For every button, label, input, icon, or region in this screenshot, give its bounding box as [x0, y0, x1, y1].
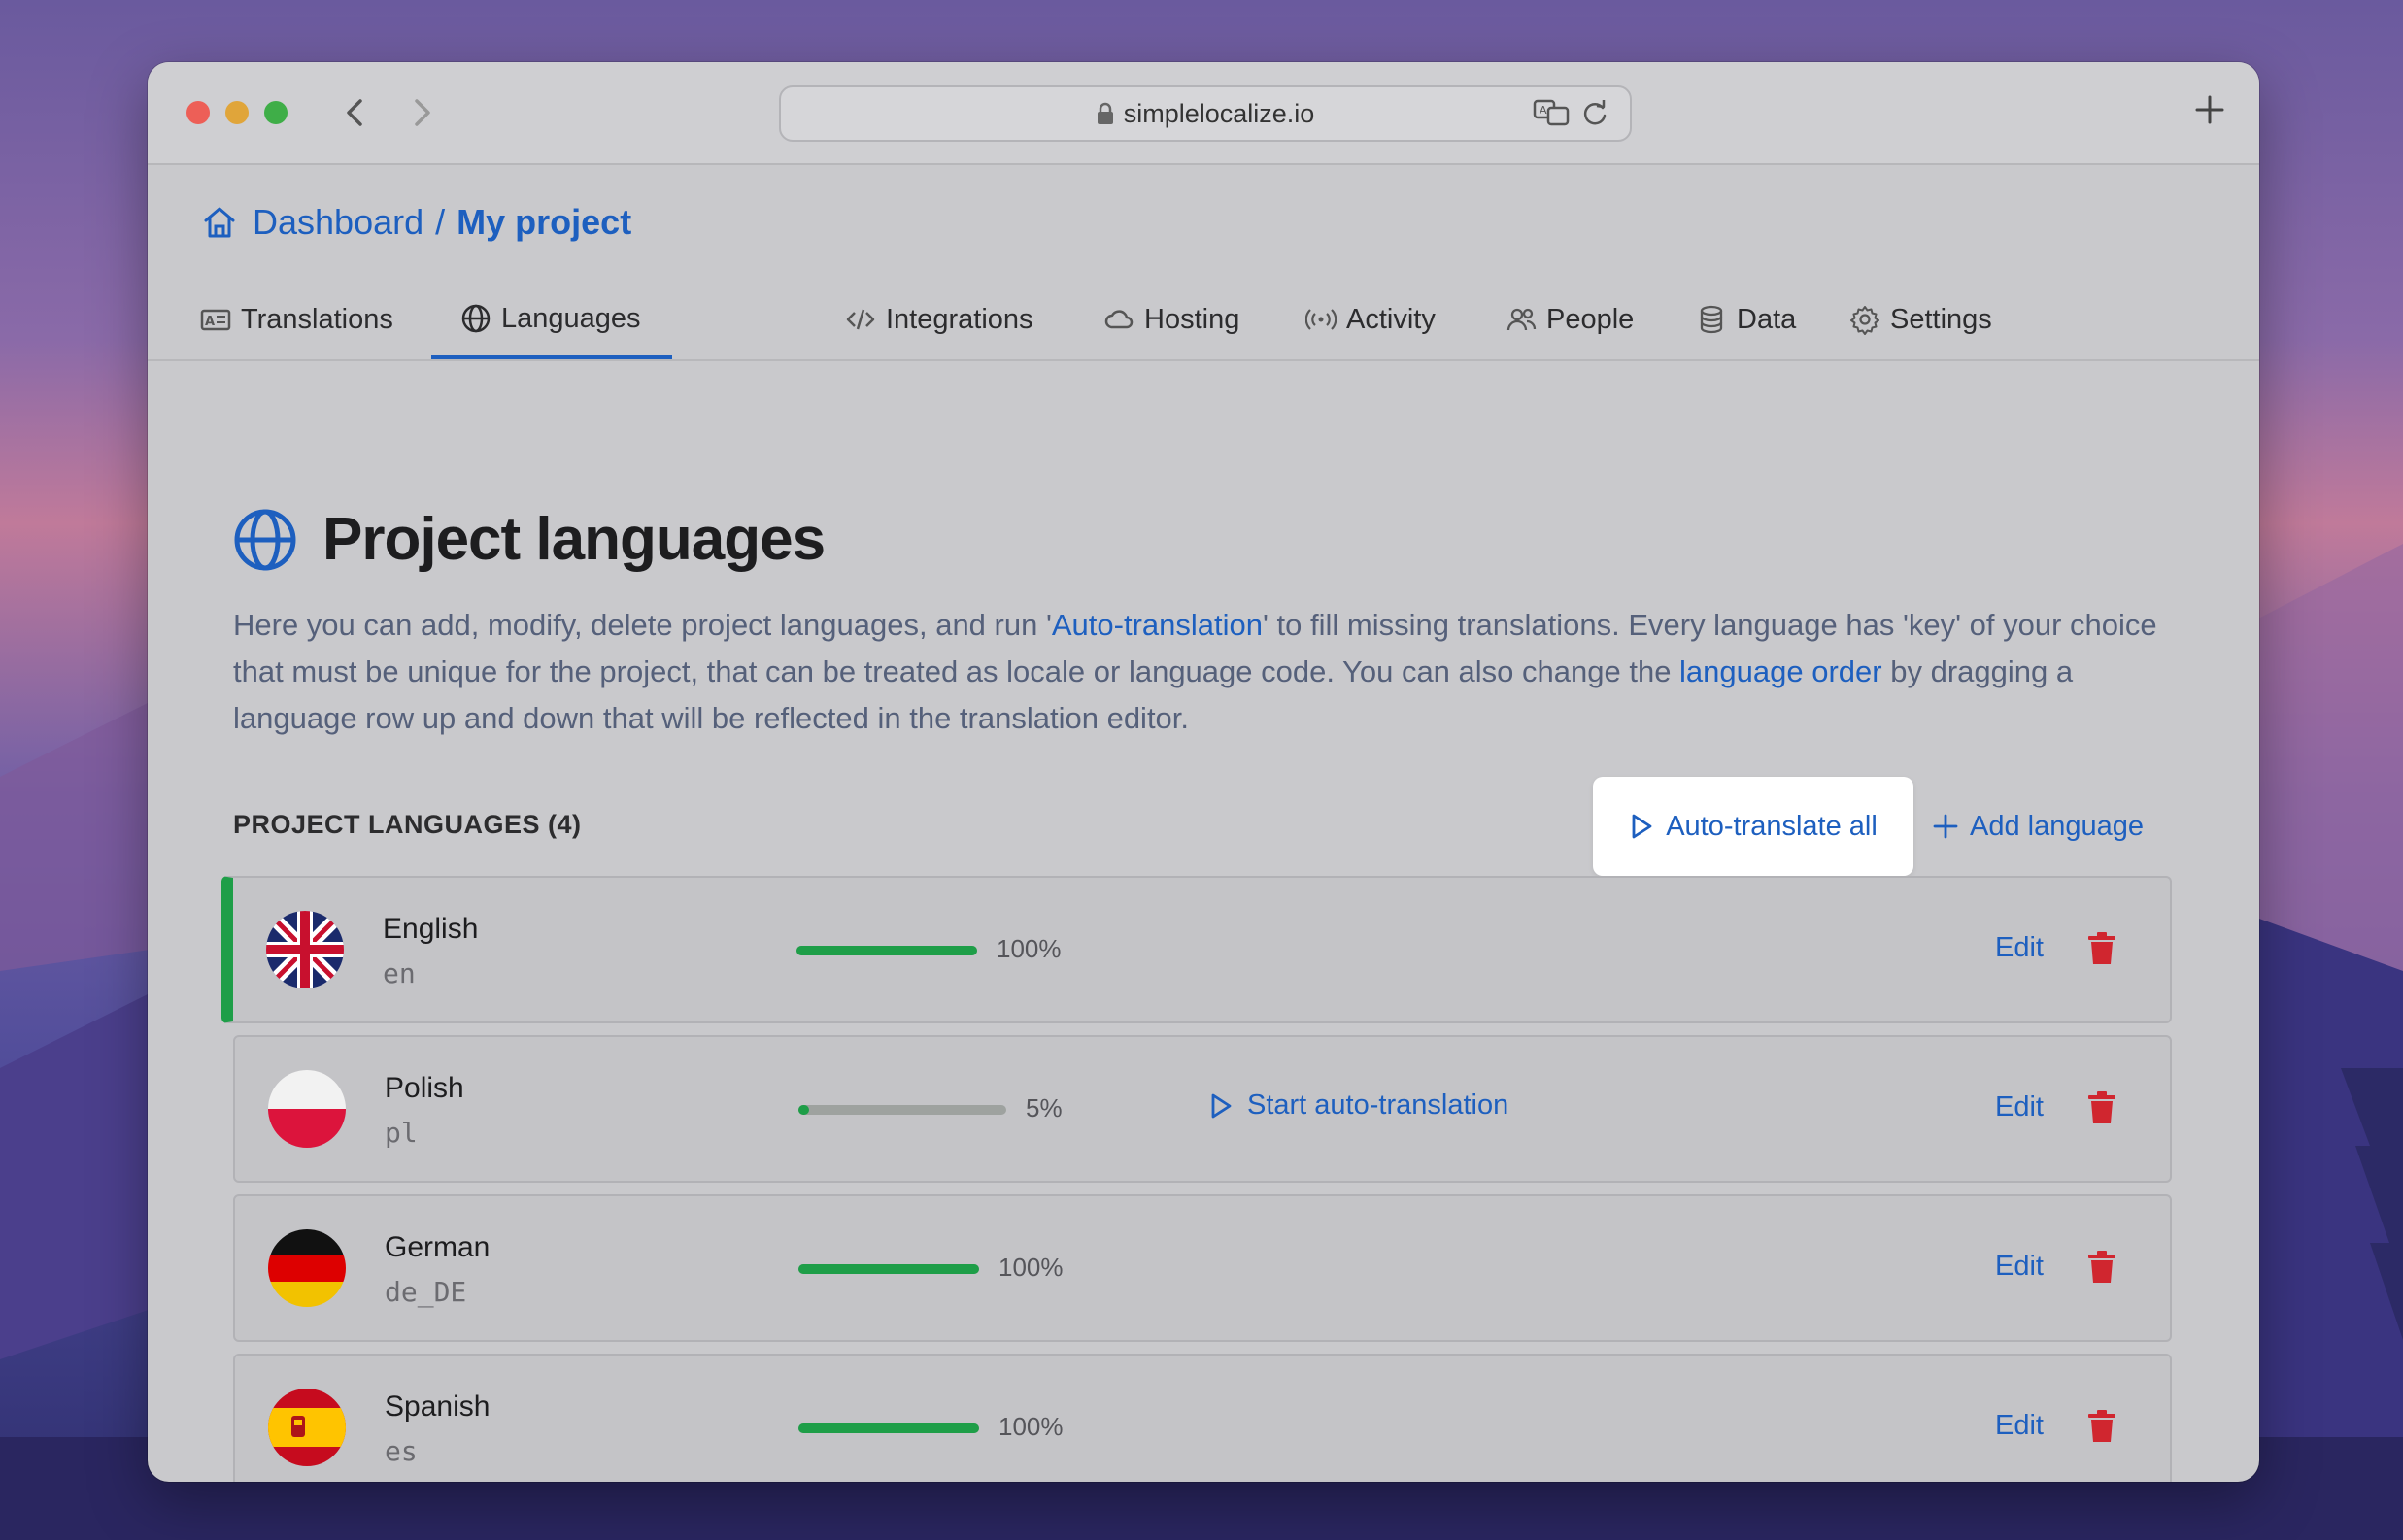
- language-row-polish[interactable]: Polish pl 5% Start auto-translation Edit: [233, 1035, 2172, 1183]
- code-icon: [846, 309, 875, 330]
- language-name: English: [383, 913, 479, 945]
- tab-label: Data: [1737, 303, 1797, 335]
- language-code: es: [385, 1435, 418, 1467]
- minimize-window-button[interactable]: [225, 101, 249, 124]
- auto-translation-link[interactable]: Auto-translation: [1052, 608, 1263, 642]
- tab-label: Languages: [501, 302, 641, 334]
- tab-label: Hosting: [1144, 303, 1240, 335]
- language-code: pl: [385, 1117, 418, 1149]
- translate-icon[interactable]: A: [1533, 98, 1572, 127]
- breadcrumb-separator: /: [435, 202, 446, 242]
- button-label: Add language: [1970, 810, 2144, 842]
- add-language-button[interactable]: Add language: [1933, 802, 2144, 851]
- breadcrumb: Dashboard / My project: [200, 202, 631, 243]
- globe-icon: [234, 509, 296, 570]
- tab-people[interactable]: People: [1506, 282, 1634, 357]
- url-text: simplelocalize.io: [1123, 98, 1315, 128]
- breadcrumb-dashboard-link[interactable]: Dashboard: [253, 202, 423, 243]
- button-label: Start auto-translation: [1247, 1089, 1509, 1121]
- breadcrumb-current-project[interactable]: My project: [457, 202, 631, 243]
- page-description: Here you can add, modify, delete project…: [233, 602, 2176, 742]
- tab-translations[interactable]: A Translations: [200, 282, 393, 357]
- browser-window: simplelocalize.io A Dashboard / My proje…: [148, 62, 2259, 1482]
- uk-flag: [266, 911, 344, 988]
- page-heading: Project languages: [233, 505, 826, 574]
- language-order-link[interactable]: language order: [1679, 654, 1882, 688]
- tab-settings[interactable]: Settings: [1849, 282, 1992, 357]
- play-icon: [1211, 1093, 1232, 1118]
- tab-integrations[interactable]: Integrations: [845, 282, 1033, 357]
- home-icon[interactable]: [200, 203, 239, 242]
- tab-languages[interactable]: Languages: [431, 282, 672, 359]
- translations-icon: A: [200, 309, 231, 331]
- back-chevron-icon[interactable]: [338, 95, 373, 130]
- language-code: de_DE: [385, 1276, 467, 1308]
- edit-language-button[interactable]: Edit: [1995, 1410, 2044, 1442]
- tab-label: People: [1546, 303, 1635, 335]
- people-icon: [1506, 308, 1537, 331]
- database-icon: [1700, 305, 1723, 334]
- tab-hosting[interactable]: Hosting: [1103, 282, 1239, 357]
- cloud-icon: [1104, 310, 1134, 329]
- tab-data[interactable]: Data: [1696, 282, 1796, 357]
- globe-icon: [461, 304, 491, 333]
- new-tab-plus-icon[interactable]: [2193, 93, 2226, 126]
- play-icon: [1632, 814, 1652, 839]
- language-row-spanish[interactable]: Spanish es 100% Edit: [233, 1354, 2172, 1482]
- page-title: Project languages: [322, 506, 826, 573]
- progress-percent: 5%: [1026, 1093, 1063, 1122]
- lock-icon: [1097, 102, 1113, 124]
- gear-icon: [1850, 306, 1879, 335]
- close-window-button[interactable]: [186, 101, 210, 124]
- tab-label: Settings: [1890, 303, 1992, 335]
- reload-icon[interactable]: [1581, 98, 1608, 127]
- trash-icon[interactable]: [2088, 1251, 2115, 1284]
- broadcast-icon: [1305, 309, 1337, 330]
- maximize-window-button[interactable]: [264, 101, 288, 124]
- description-text: Here you can add, modify, delete project…: [233, 608, 1052, 642]
- progress-bar: [798, 1264, 979, 1274]
- progress-percent: 100%: [997, 934, 1062, 963]
- svg-text:A: A: [205, 315, 215, 329]
- auto-translate-all-button[interactable]: Auto-translate all: [1593, 777, 1913, 876]
- start-auto-translation-button[interactable]: Start auto-translation: [1208, 1089, 1508, 1122]
- edit-language-button[interactable]: Edit: [1995, 932, 2044, 964]
- language-name: Spanish: [385, 1390, 491, 1423]
- address-bar[interactable]: simplelocalize.io A: [779, 85, 1632, 142]
- button-label: Auto-translate all: [1666, 810, 1878, 842]
- plus-icon: [1933, 814, 1958, 839]
- tab-label: Translations: [241, 303, 393, 335]
- tab-activity[interactable]: Activity: [1305, 282, 1436, 357]
- progress-percent: 100%: [998, 1253, 1064, 1282]
- trash-icon[interactable]: [2088, 1410, 2115, 1443]
- tab-label: Integrations: [886, 303, 1033, 335]
- edit-language-button[interactable]: Edit: [1995, 1251, 2044, 1283]
- language-code: en: [383, 957, 416, 989]
- language-name: Polish: [385, 1072, 464, 1104]
- svg-text:A: A: [1540, 104, 1547, 117]
- tab-label: Activity: [1346, 303, 1436, 335]
- page-content: Dashboard / My project A Translations La…: [148, 165, 2259, 1482]
- progress-bar: [796, 946, 977, 955]
- trash-icon[interactable]: [2088, 1091, 2115, 1124]
- edit-language-button[interactable]: Edit: [1995, 1091, 2044, 1123]
- germany-flag: [268, 1229, 346, 1307]
- language-name: German: [385, 1231, 491, 1263]
- progress-percent: 100%: [998, 1412, 1064, 1441]
- spain-flag: [268, 1389, 346, 1466]
- language-row-english[interactable]: English en 100% Edit: [221, 876, 2172, 1023]
- browser-titlebar: simplelocalize.io A: [148, 62, 2259, 165]
- language-row-german[interactable]: German de_DE 100% Edit: [233, 1194, 2172, 1342]
- forward-chevron-icon[interactable]: [404, 95, 439, 130]
- languages-section-label: PROJECT LANGUAGES (4): [233, 810, 582, 839]
- progress-bar: [798, 1423, 979, 1433]
- poland-flag: [268, 1070, 346, 1148]
- progress-bar: [798, 1105, 1006, 1115]
- project-tabs: A Translations Languages Integrations Ho…: [148, 282, 2259, 361]
- trash-icon[interactable]: [2088, 932, 2115, 965]
